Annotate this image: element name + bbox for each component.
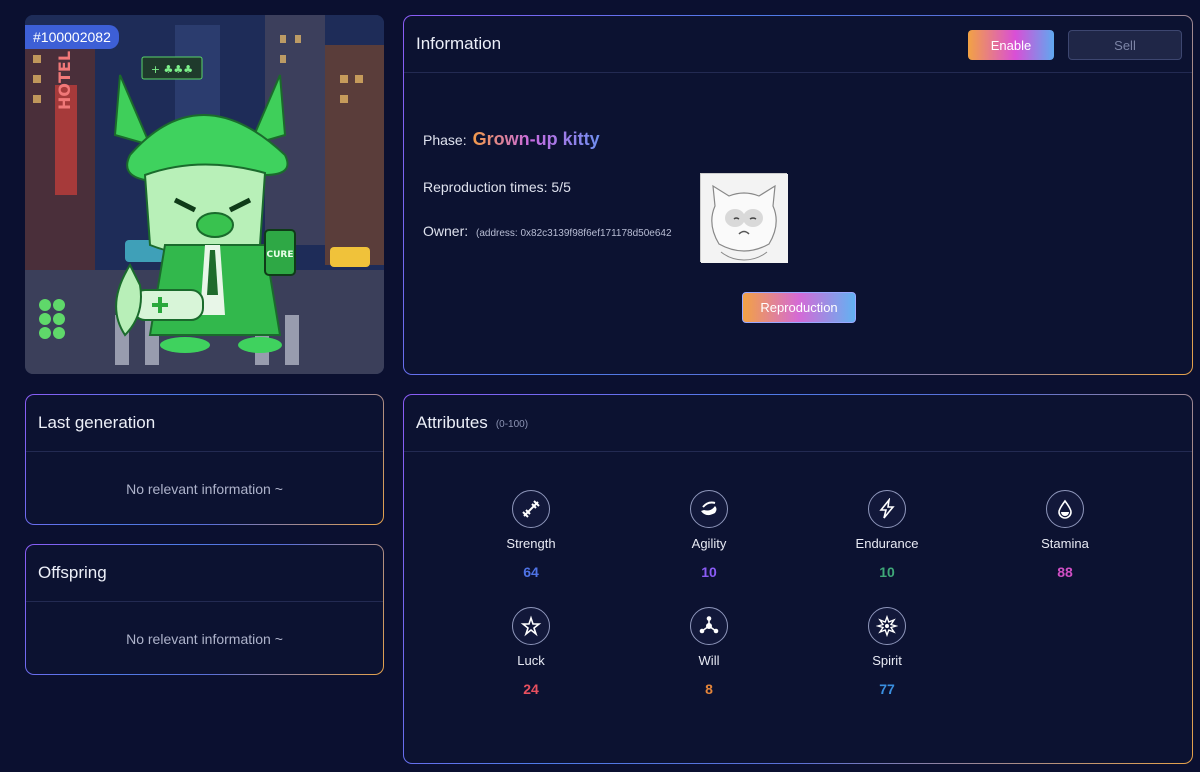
star-icon xyxy=(512,607,550,645)
enable-button[interactable]: Enable xyxy=(968,30,1054,60)
last-generation-panel: Last generation No relevant information … xyxy=(25,394,384,525)
token-id-badge: #100002082 xyxy=(25,25,119,49)
offspring-title: Offspring xyxy=(38,563,107,582)
last-generation-header: Last generation xyxy=(26,395,383,452)
attributes-title: Attributes xyxy=(416,413,488,432)
cure-can-text: CURE xyxy=(267,250,294,260)
kitty-avatar-image: #100002082 + ♣♣♣ CURE HOTEL xyxy=(25,15,384,374)
attr-name: Luck xyxy=(517,653,545,668)
burst-icon xyxy=(868,607,906,645)
phase-label: Phase: xyxy=(423,131,467,148)
attr-strength: Strength 64 xyxy=(471,490,591,580)
hotel-sign-text: HOTEL xyxy=(55,51,74,110)
attr-will: Will 8 xyxy=(649,607,769,697)
attr-value: 24 xyxy=(523,681,539,697)
owner-row: Owner: (address: 0x82c3139f98f6ef171178d… xyxy=(423,223,672,239)
attr-name: Will xyxy=(698,653,720,668)
information-title: Information xyxy=(416,34,502,53)
drop-icon xyxy=(1046,490,1084,528)
attr-name: Strength xyxy=(506,536,556,551)
information-panel: Information Enable Sell Phase: Grown-up … xyxy=(403,15,1193,375)
molecule-icon xyxy=(690,607,728,645)
attr-value: 64 xyxy=(523,564,539,580)
swirl-icon xyxy=(690,490,728,528)
offspring-panel: Offspring No relevant information ~ xyxy=(25,544,384,675)
last-generation-empty: No relevant information ~ xyxy=(126,481,283,497)
attr-agility: Agility 10 xyxy=(649,490,769,580)
phase-row: Phase: Grown-up kitty xyxy=(423,129,600,150)
offspring-empty: No relevant information ~ xyxy=(126,631,283,647)
attr-value: 10 xyxy=(701,564,717,580)
attributes-header: Attributes (0-100) xyxy=(404,395,1192,452)
reproduction-times: Reproduction times: 5/5 xyxy=(423,179,571,195)
attributes-panel: Attributes (0-100) Strength 64 Agility 1… xyxy=(403,394,1193,764)
owner-label: Owner: xyxy=(423,223,469,239)
lightning-icon xyxy=(868,490,906,528)
attr-name: Spirit xyxy=(872,653,902,668)
reproduction-button[interactable]: Reproduction xyxy=(742,292,856,323)
phase-value: Grown-up kitty xyxy=(472,129,600,149)
kitty-illustration: + ♣♣♣ CURE HOTEL xyxy=(25,15,384,374)
attributes-range: (0-100) xyxy=(495,418,529,430)
owner-avatar-image xyxy=(700,173,788,263)
attr-spirit: Spirit 77 xyxy=(827,607,947,697)
last-generation-title: Last generation xyxy=(38,413,156,432)
attr-name: Agility xyxy=(691,536,727,551)
attr-stamina: Stamina 88 xyxy=(1005,490,1125,580)
offspring-header: Offspring xyxy=(26,545,383,602)
attr-value: 10 xyxy=(879,564,895,580)
green-sign-text: + ♣♣♣ xyxy=(151,63,193,76)
attr-name: Endurance xyxy=(855,536,919,551)
attr-value: 77 xyxy=(879,681,895,697)
sell-button[interactable]: Sell xyxy=(1068,30,1182,60)
attr-value: 88 xyxy=(1057,564,1073,580)
white-cat-face-icon xyxy=(701,174,788,263)
attr-value: 8 xyxy=(705,681,713,697)
attr-endurance: Endurance 10 xyxy=(827,490,947,580)
attr-name: Stamina xyxy=(1041,536,1089,551)
dumbbell-icon xyxy=(512,490,550,528)
owner-address[interactable]: (address: 0x82c3139f98f6ef171178d50e642 xyxy=(476,228,672,239)
attr-luck: Luck 24 xyxy=(471,607,591,697)
